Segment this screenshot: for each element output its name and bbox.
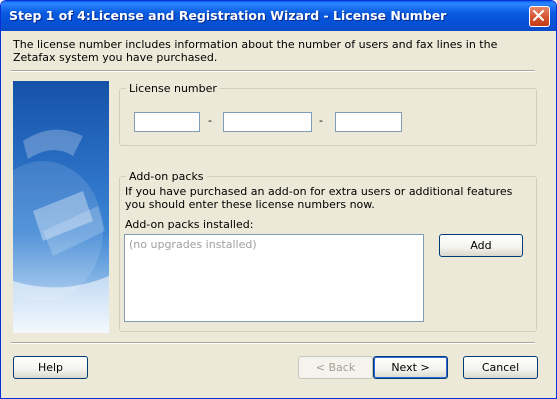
wizard-side-image xyxy=(13,81,109,333)
addon-installed-list[interactable]: (no upgrades installed) xyxy=(124,234,424,322)
help-button[interactable]: Help xyxy=(13,356,88,379)
close-button[interactable] xyxy=(529,6,550,27)
top-divider xyxy=(11,70,535,72)
intro-text: The license number includes information … xyxy=(13,38,498,64)
license-separator-2: - xyxy=(319,114,323,127)
back-button[interactable]: < Back xyxy=(298,356,373,379)
cancel-button[interactable]: Cancel xyxy=(463,356,538,379)
next-button[interactable]: Next > xyxy=(373,356,448,379)
license-field-3[interactable] xyxy=(335,112,402,132)
bottom-divider xyxy=(11,342,535,344)
close-icon xyxy=(533,10,544,21)
window-title: Step 1 of 4:License and Registration Wiz… xyxy=(9,8,447,23)
wizard-window: Step 1 of 4:License and Registration Wiz… xyxy=(0,0,557,399)
add-addon-button[interactable]: Add xyxy=(439,234,523,257)
addon-packs-group-label: Add-on packs xyxy=(126,170,207,183)
addon-list-empty-text: (no upgrades installed) xyxy=(129,238,257,251)
license-field-2[interactable] xyxy=(223,112,312,132)
license-number-group-label: License number xyxy=(126,82,220,95)
license-field-1[interactable] xyxy=(134,112,200,132)
addon-description: If you have purchased an add-on for extr… xyxy=(125,185,513,211)
title-bar[interactable]: Step 1 of 4:License and Registration Wiz… xyxy=(1,1,556,31)
addon-installed-label: Add-on packs installed: xyxy=(125,218,254,231)
license-separator-1: - xyxy=(208,114,212,127)
